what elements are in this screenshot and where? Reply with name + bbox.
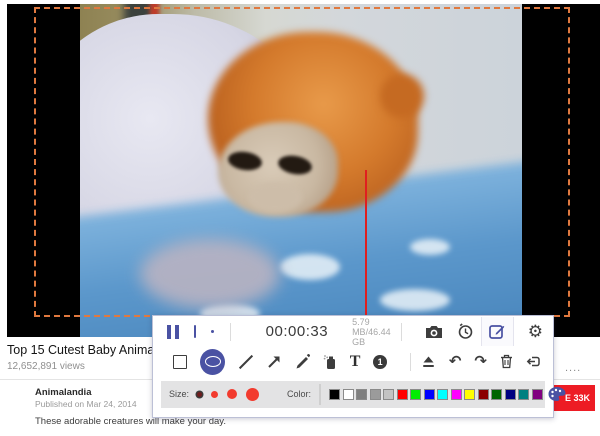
text-tool[interactable]: T [350, 354, 361, 370]
pause-button[interactable] [167, 325, 179, 339]
edit-annotate-icon[interactable] [481, 317, 514, 346]
size-dot[interactable] [211, 391, 218, 398]
undo-icon[interactable]: ↶ [449, 354, 462, 369]
color-swatch[interactable] [356, 389, 367, 400]
pencil-tool[interactable] [295, 354, 310, 369]
screenshot-camera-icon[interactable] [425, 325, 443, 339]
ellipse-tool-selected[interactable] [200, 349, 225, 375]
custom-palette-icon[interactable] [547, 386, 567, 402]
video-title: Top 15 Cutest Baby Animals [7, 343, 163, 357]
style-bar: Size: Color: [161, 381, 545, 408]
color-swatch[interactable] [397, 389, 408, 400]
color-palette-swatches [329, 389, 543, 400]
arrow-tool[interactable] [267, 354, 282, 369]
spray-tool[interactable] [323, 354, 337, 370]
color-swatch[interactable] [518, 389, 529, 400]
color-swatch[interactable] [532, 389, 543, 400]
color-swatch[interactable] [437, 389, 448, 400]
redo-icon[interactable]: ↷ [474, 354, 487, 369]
line-tool[interactable] [238, 354, 253, 370]
color-swatch[interactable] [370, 389, 381, 400]
annotation-tools-row: T 1 ↶ ↷ [153, 347, 553, 376]
color-swatch[interactable] [410, 389, 421, 400]
recorder-toolbar: 00:00:33 5.79 MB/46.44 GB ⚙ [152, 315, 554, 418]
storage-indicator: 5.79 MB/46.44 GB [352, 317, 391, 347]
color-swatch[interactable] [424, 389, 435, 400]
size-dot[interactable] [197, 392, 202, 397]
recorder-controls-row: 00:00:33 5.79 MB/46.44 GB ⚙ [153, 316, 553, 347]
color-swatch[interactable] [505, 389, 516, 400]
color-swatch[interactable] [464, 389, 475, 400]
color-swatch[interactable] [491, 389, 502, 400]
number-step-tool[interactable]: 1 [373, 355, 386, 369]
red-line-annotation [365, 170, 367, 315]
divider [410, 353, 411, 371]
schedule-clock-icon[interactable] [457, 323, 474, 340]
current-color-swatch[interactable] [319, 384, 321, 405]
recording-timer: 00:00:33 [266, 323, 328, 340]
trash-icon[interactable] [500, 354, 513, 369]
view-count: 12,652,891 views [7, 361, 85, 372]
color-swatch[interactable] [478, 389, 489, 400]
rectangle-tool[interactable] [173, 355, 187, 369]
clear-canvas-icon[interactable] [421, 355, 436, 369]
color-swatch[interactable] [451, 389, 462, 400]
size-label: Size: [169, 389, 189, 399]
size-dots [197, 388, 259, 401]
color-swatch[interactable] [383, 389, 394, 400]
size-dot[interactable] [227, 389, 237, 399]
capture-region-border[interactable] [34, 7, 570, 317]
color-swatch[interactable] [329, 389, 340, 400]
size-dot[interactable] [246, 388, 259, 401]
settings-gear-icon[interactable]: ⚙ [528, 323, 543, 340]
channel-name[interactable]: Animalandia [35, 387, 92, 398]
stop-button[interactable] [194, 325, 196, 338]
more-menu[interactable]: .... [565, 362, 581, 374]
publish-date: Published on Mar 24, 2014 [35, 399, 137, 409]
exit-edit-icon[interactable] [526, 354, 541, 369]
app-screenshot: Top 15 Cutest Baby Animals 12,652,891 vi… [0, 0, 600, 436]
minimize-button[interactable] [211, 330, 213, 333]
color-label: Color: [287, 389, 311, 399]
color-swatch[interactable] [343, 389, 354, 400]
